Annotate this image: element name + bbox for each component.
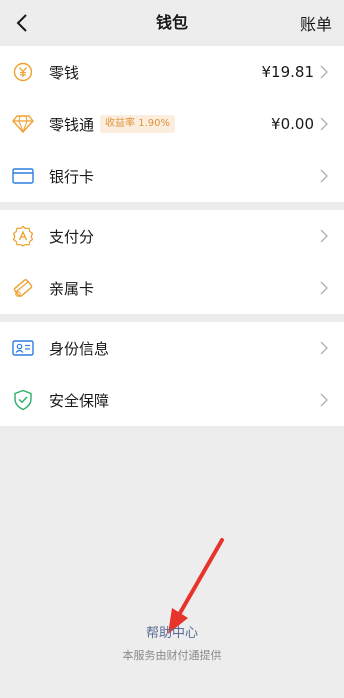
row-security[interactable]: 安全保障: [0, 374, 344, 426]
bank-card-icon: [12, 165, 34, 187]
top-nav-bar: 钱包 账单: [0, 0, 344, 46]
chevron-right-icon: [320, 117, 330, 131]
row-bank-card[interactable]: 银行卡: [0, 150, 344, 202]
yield-rate-badge: 收益率 1.90%: [100, 115, 175, 133]
badge-a-icon: [12, 225, 34, 247]
chevron-right-icon: [320, 393, 330, 407]
provider-note: 本服务由财付通提供: [122, 649, 222, 662]
footer: 帮助中心 本服务由财付通提供: [0, 622, 344, 663]
wallet-group-balance: 零钱 ¥19.81 零钱通 收益率 1.90% ¥0.00 银行卡: [0, 46, 344, 202]
bill-button[interactable]: 账单: [300, 11, 332, 35]
change-plus-balance: ¥0.00: [271, 115, 314, 133]
row-label: 零钱通: [49, 115, 95, 134]
id-card-icon: [12, 337, 34, 359]
row-identity-info[interactable]: 身份信息: [0, 322, 344, 374]
shield-check-icon: [12, 389, 34, 411]
back-button[interactable]: [8, 9, 36, 37]
change-balance: ¥19.81: [261, 63, 315, 81]
row-change[interactable]: 零钱 ¥19.81: [0, 46, 344, 98]
wallet-group-credit: 支付分 亲属卡: [0, 210, 344, 314]
chevron-right-icon: [320, 341, 330, 355]
page-title: 钱包: [155, 13, 188, 32]
chevron-right-icon: [320, 229, 330, 243]
chevron-right-icon: [320, 65, 330, 79]
row-change-plus[interactable]: 零钱通 收益率 1.90% ¥0.00: [0, 98, 344, 150]
chevron-right-icon: [320, 169, 330, 183]
row-label: 身份信息: [49, 339, 110, 358]
chevron-left-icon: [16, 14, 27, 32]
chevron-right-icon: [320, 281, 330, 295]
diamond-icon: [12, 113, 34, 135]
row-label: 零钱: [49, 63, 80, 82]
family-card-icon: [12, 277, 34, 299]
row-label: 安全保障: [49, 391, 110, 410]
row-label: 支付分: [49, 227, 95, 246]
yuan-coin-icon: [12, 61, 34, 83]
wallet-group-security: 身份信息 安全保障: [0, 322, 344, 426]
help-center-link[interactable]: 帮助中心: [146, 622, 198, 641]
row-label: 亲属卡: [49, 279, 95, 298]
row-label: 银行卡: [49, 167, 95, 186]
row-pay-score[interactable]: 支付分: [0, 210, 344, 262]
row-family-card[interactable]: 亲属卡: [0, 262, 344, 314]
